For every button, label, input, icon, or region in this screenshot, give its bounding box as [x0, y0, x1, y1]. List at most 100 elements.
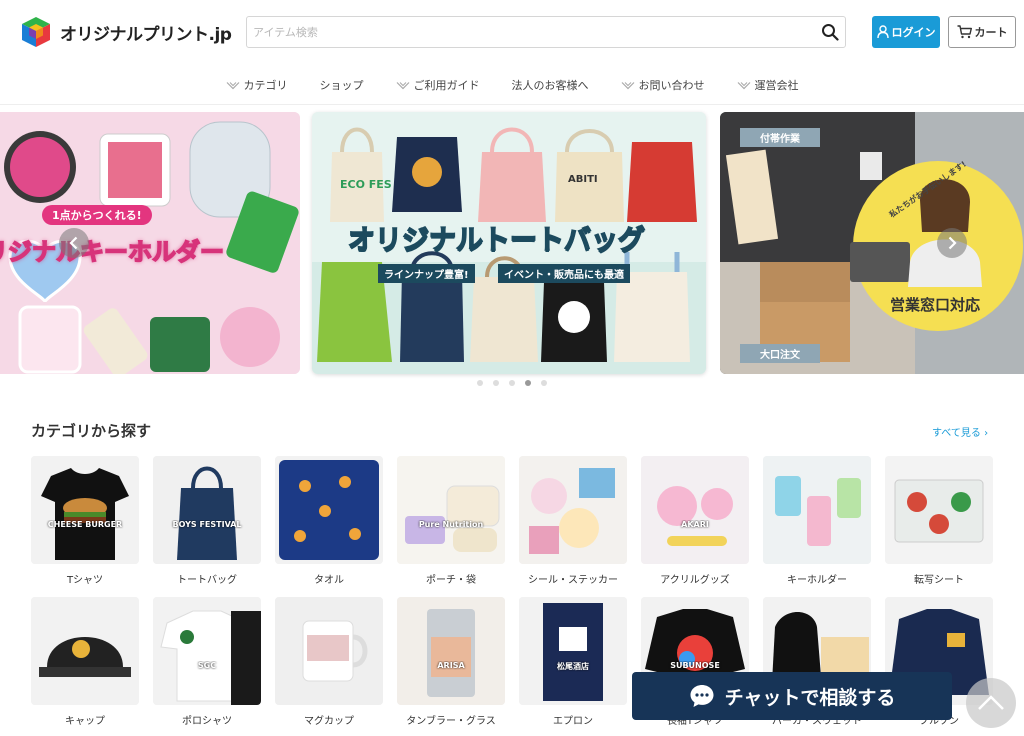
category-card[interactable]: シール・ステッカー [519, 456, 627, 586]
see-all-label: すべて見る [932, 428, 981, 439]
business-tag-bulk: 大口注文 [740, 344, 820, 363]
chevron-right-icon [948, 236, 957, 250]
carousel-dot[interactable] [525, 380, 531, 386]
nav-item-business[interactable]: 法人のお客様へ [512, 70, 589, 100]
chat-label: チャットで相談する [724, 686, 896, 709]
category-image [519, 456, 627, 564]
search-input[interactable] [253, 17, 813, 47]
category-image-text: Pure Nutrition [418, 520, 484, 529]
category-image: 松尾酒店 [519, 597, 627, 705]
category-card[interactable]: マグカップ [275, 597, 383, 727]
business-title: 営業窓口対応 [890, 296, 981, 314]
cart-button[interactable]: カート [948, 16, 1016, 48]
login-button[interactable]: ログイン [872, 16, 940, 48]
cart-label: カート [974, 26, 1008, 39]
nav-item-contact[interactable]: お問い合わせ [621, 70, 705, 100]
header: オリジナルプリント.jp ログイン カート [0, 0, 1024, 64]
category-image [885, 456, 993, 564]
carousel-dot[interactable] [541, 380, 547, 386]
category-image: ARISA [397, 597, 505, 705]
chevron-left-icon [69, 236, 78, 250]
chevron-down-icon [396, 81, 409, 89]
carousel-dot[interactable] [493, 380, 499, 386]
nav-label: 運営会社 [754, 79, 799, 92]
category-card[interactable]: AKARI アクリルグッズ [641, 456, 749, 586]
main-nav: カテゴリ ショップ ご利用ガイド 法人のお客様へ お問い合わせ 運営会社 [0, 70, 1024, 100]
category-image-text: SGC [197, 661, 217, 670]
category-label: マグカップ [304, 716, 354, 727]
tote-chip-event: イベント・販売品にも最適 [498, 264, 630, 283]
category-card[interactable]: 転写シート [885, 456, 993, 586]
chevron-up-icon [978, 695, 1004, 710]
category-image: SGC [153, 597, 261, 705]
nav-item-shop[interactable]: ショップ [320, 70, 364, 100]
tote-product-text-eco: ECO FES [340, 178, 392, 191]
carousel-next-button[interactable] [937, 228, 967, 258]
category-image [763, 456, 871, 564]
category-card[interactable]: SGC ポロシャツ [153, 597, 261, 727]
category-image [31, 597, 139, 705]
category-image-text: CHEESE BURGER [47, 520, 123, 529]
category-image: AKARI [641, 456, 749, 564]
search-box [246, 16, 846, 48]
nav-label: 法人のお客様へ [511, 79, 589, 92]
carousel-dot[interactable] [477, 380, 483, 386]
category-label: ポロシャツ [182, 716, 232, 727]
chat-button[interactable]: チャットで相談する [632, 672, 952, 720]
category-label: Tシャツ [66, 575, 104, 586]
category-image-text: 松尾酒店 [557, 662, 589, 671]
banner-slide-business[interactable]: 付帯作業 大口注文 私たちがお手伝いします! 営業窓口対応 [720, 112, 1024, 374]
category-card[interactable]: BOYS FESTIVAL トートバッグ [153, 456, 261, 586]
category-label: タンブラー・グラス [406, 716, 496, 727]
category-label: エプロン [553, 716, 593, 727]
banner-carousel: 1点からつくれる! オリジナルキーホルダー ECO FES [0, 112, 1024, 376]
category-card[interactable]: キーホルダー [763, 456, 871, 586]
nav-item-category[interactable]: カテゴリ [226, 70, 288, 100]
nav-label: ショップ [319, 79, 364, 92]
nav-item-guide[interactable]: ご利用ガイド [396, 70, 480, 100]
carousel-dots [0, 380, 1024, 386]
tote-chip-lineup: ラインナップ豊富! [378, 264, 475, 283]
search-button[interactable] [817, 19, 843, 45]
nav-item-company[interactable]: 運営会社 [737, 70, 799, 100]
category-card[interactable]: Pure Nutrition ポーチ・袋 [397, 456, 505, 586]
tote-product-text-abiti: ABITI [568, 174, 598, 185]
logo-cube-icon [22, 17, 50, 47]
category-image-text: AKARI [681, 520, 709, 529]
category-label: シール・ステッカー [528, 575, 618, 586]
category-label: トートバッグ [177, 575, 237, 586]
category-image: CHEESE BURGER [31, 456, 139, 564]
banner-slide-tote[interactable]: ECO FES ABITI オリジナルトートバッグ ラインナップ豊富! イベント… [312, 112, 706, 374]
chevron-down-icon [621, 81, 634, 89]
category-label: 転写シート [914, 575, 964, 586]
nav-label: カテゴリ [243, 79, 288, 92]
category-card[interactable]: ARISA タンブラー・グラス [397, 597, 505, 727]
category-card[interactable]: 松尾酒店 エプロン [519, 597, 627, 727]
category-image: Pure Nutrition [397, 456, 505, 564]
category-image [275, 456, 383, 564]
category-image: BOYS FESTIVAL [153, 456, 261, 564]
chevron-down-icon [737, 81, 750, 89]
business-banner-art [720, 112, 1024, 374]
business-tag-attach: 付帯作業 [740, 128, 820, 147]
category-image-text: ARISA [437, 661, 465, 670]
category-image-text: BOYS FESTIVAL [172, 520, 242, 529]
carousel-prev-button[interactable] [59, 228, 89, 258]
category-card[interactable]: CHEESE BURGER Tシャツ [31, 456, 139, 586]
scroll-top-button[interactable] [966, 678, 1016, 728]
tote-title: オリジナルトートバッグ [347, 224, 646, 257]
login-label: ログイン [891, 26, 936, 39]
category-card[interactable]: キャップ [31, 597, 139, 727]
category-section-title: カテゴリから探す [31, 422, 152, 440]
banner-slide-keyholder[interactable]: 1点からつくれる! オリジナルキーホルダー [0, 112, 300, 374]
category-card[interactable]: タオル [275, 456, 383, 586]
search-icon [822, 24, 839, 41]
carousel-dot[interactable] [509, 380, 515, 386]
logo[interactable]: オリジナルプリント.jp [20, 16, 232, 48]
see-all-link[interactable]: すべて見る › [932, 424, 988, 439]
cart-icon [957, 25, 972, 39]
chat-bubble-icon [690, 685, 714, 707]
nav-divider [0, 104, 1024, 105]
category-label: ポーチ・袋 [426, 575, 476, 586]
nav-label: お問い合わせ [638, 79, 705, 92]
